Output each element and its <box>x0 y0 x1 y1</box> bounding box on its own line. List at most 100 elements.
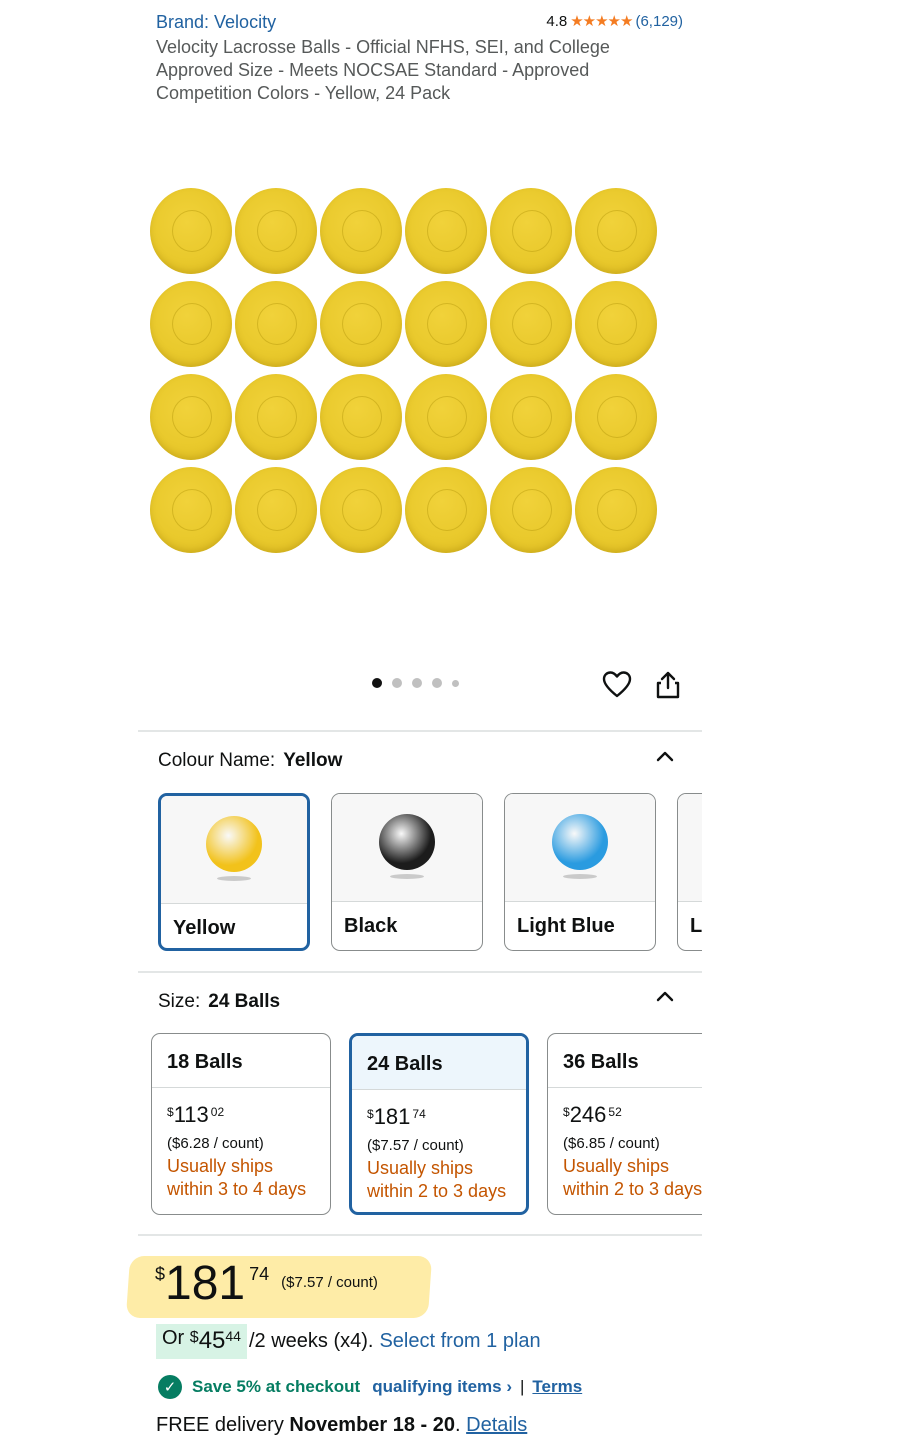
price-currency: $ <box>155 1264 166 1284</box>
price-cents: 74 <box>249 1264 270 1284</box>
size-option-unit-price: ($7.57 / count) <box>367 1137 464 1154</box>
qualifying-items-link[interactable]: qualifying items › <box>372 1377 512 1397</box>
terms-link[interactable]: Terms <box>532 1377 582 1397</box>
lacrosse-ball-image <box>150 281 232 367</box>
carousel-dot[interactable] <box>452 679 459 687</box>
size-option-shipping: Usually ships within 2 to 3 days <box>367 1158 507 1201</box>
delivery-info: FREE delivery November 18 - 20. Details <box>156 1414 527 1437</box>
swatch-image <box>505 794 655 902</box>
size-option-list: 18 Balls $113 02 ($6.28 / count) Usually shi… <box>151 1033 702 1216</box>
swatch-image <box>161 796 307 904</box>
size-option-label: 24 Balls <box>352 1036 526 1090</box>
size-option-36-balls[interactable]: 36 Balls $246 52 ($6.85 / count) Usually shi… <box>547 1033 702 1215</box>
lacrosse-ball-image <box>405 188 487 274</box>
plan-currency: $ <box>189 1329 199 1346</box>
colour-name-row: Colour Name: Yellow <box>158 750 342 772</box>
size-selected-value: 24 Balls <box>208 991 281 1012</box>
size-option-label: 36 Balls <box>548 1034 702 1088</box>
colour-swatch-black[interactable]: Black <box>331 793 483 951</box>
heart-icon[interactable] <box>602 670 632 700</box>
swatch-label: Li <box>690 915 702 937</box>
size-option-price: $246 52 <box>563 1102 622 1127</box>
rating-summary[interactable]: 4.8 ★★★★★ (6,129) <box>546 12 683 31</box>
swatch-shadow <box>390 874 424 879</box>
size-label: Size: <box>158 991 201 1012</box>
checkmark-icon: ✓ <box>158 1375 182 1399</box>
carousel-dot[interactable] <box>412 678 422 688</box>
size-option-price: $113 02 <box>167 1102 225 1127</box>
share-icon[interactable] <box>654 670 682 700</box>
star-rating-icon: ★★★★★ <box>570 13 633 30</box>
swatch-shadow <box>217 876 251 881</box>
select-plan-link[interactable]: Select from 1 plan <box>379 1330 540 1353</box>
image-carousel-dots[interactable] <box>372 678 459 688</box>
carousel-dot[interactable] <box>392 678 402 688</box>
lacrosse-ball-image <box>575 188 657 274</box>
size-option-shipping: Usually ships within 3 to 4 days <box>167 1156 307 1199</box>
carousel-dot[interactable] <box>372 678 382 688</box>
size-option-24-balls[interactable]: 24 Balls $181 74 ($7.57 / count) Usually shi… <box>349 1033 529 1215</box>
lacrosse-ball-image <box>235 281 317 367</box>
size-option-unit-price: ($6.85 / count) <box>563 1135 660 1152</box>
lacrosse-ball-image <box>405 374 487 460</box>
chevron-up-icon[interactable] <box>655 989 675 1003</box>
lacrosse-ball-image <box>490 188 572 274</box>
price-whole: 181 <box>165 1257 246 1310</box>
swatch-image <box>678 794 702 902</box>
swatch-ball-image <box>379 814 435 870</box>
lacrosse-ball-image <box>320 188 402 274</box>
swatch-label: Yellow <box>173 917 236 939</box>
colour-swatch-yellow[interactable]: Yellow <box>158 793 310 951</box>
size-option-18-balls[interactable]: 18 Balls $113 02 ($6.28 / count) Usually shi… <box>151 1033 331 1215</box>
size-option-price: $181 74 <box>367 1104 426 1129</box>
colour-selected-value: Yellow <box>283 750 343 771</box>
plan-whole: 45 <box>198 1327 226 1354</box>
lacrosse-ball-image <box>320 467 402 553</box>
lacrosse-ball-image <box>235 188 317 274</box>
colour-label: Colour Name: <box>158 750 276 771</box>
swatch-label: Light Blue <box>517 915 615 937</box>
swatch-shadow <box>563 874 597 879</box>
swatch-label: Black <box>344 915 398 937</box>
plan-cents: 44 <box>225 1328 241 1344</box>
installment-price-chip: Or $45 44 <box>156 1324 247 1359</box>
lacrosse-ball-image <box>320 374 402 460</box>
chevron-up-icon[interactable] <box>655 749 675 763</box>
checkout-savings: ✓ Save 5% at checkout qualifying items ›… <box>158 1375 582 1399</box>
lacrosse-ball-image <box>575 467 657 553</box>
lacrosse-ball-image <box>405 281 487 367</box>
divider <box>138 1234 702 1236</box>
delivery-dates: November 18 - 20 <box>289 1414 456 1436</box>
size-option-shipping: Usually ships within 2 to 3 days <box>563 1156 702 1199</box>
delivery-details-link[interactable]: Details <box>466 1414 527 1436</box>
divider <box>138 730 702 732</box>
swatch-image <box>332 794 482 902</box>
carousel-dot[interactable] <box>432 678 442 688</box>
price-display: $ 181 74 ($7.57 / count) <box>155 1258 378 1310</box>
divider <box>138 971 702 973</box>
swatch-ball-image <box>206 816 262 872</box>
price-per-count: ($7.57 / count) <box>281 1274 378 1291</box>
lacrosse-ball-image <box>490 281 572 367</box>
plan-prefix: Or <box>162 1327 185 1349</box>
plan-terms: /2 weeks (x4). <box>248 1330 374 1352</box>
swatch-ball-image <box>552 814 608 870</box>
installment-plan: Or $45 44 /2 weeks (x4). Select from 1 pl… <box>156 1324 541 1359</box>
lacrosse-ball-image <box>235 374 317 460</box>
product-image[interactable] <box>150 188 660 558</box>
product-title: Velocity Lacrosse Balls - Official NFHS,… <box>156 37 610 103</box>
lacrosse-ball-image <box>575 374 657 460</box>
lacrosse-ball-image <box>150 467 232 553</box>
lacrosse-ball-image <box>405 467 487 553</box>
savings-text: Save 5% at checkout <box>192 1377 361 1396</box>
colour-swatch-light-blue[interactable]: Light Blue <box>504 793 656 951</box>
brand-link[interactable]: Brand: Velocity <box>156 12 276 33</box>
lacrosse-ball-image <box>490 467 572 553</box>
lacrosse-ball-image <box>150 374 232 460</box>
colour-swatch-li[interactable]: Li <box>677 793 702 951</box>
lacrosse-ball-image <box>150 188 232 274</box>
delivery-prefix: FREE delivery <box>156 1414 284 1436</box>
separator: | <box>520 1377 525 1396</box>
rating-count-link[interactable]: (6,129) <box>635 13 683 30</box>
lacrosse-ball-image <box>490 374 572 460</box>
